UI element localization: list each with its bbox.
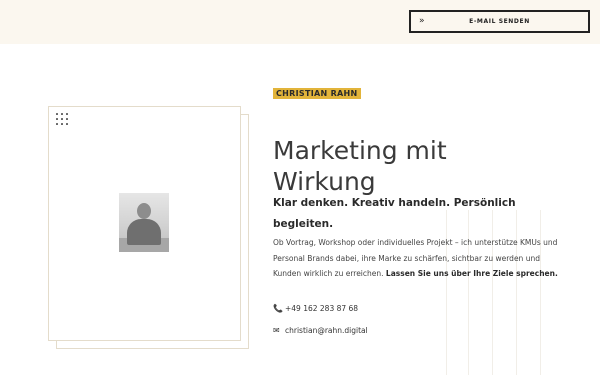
- intro-emphasis: Lassen Sie uns über Ihre Ziele sprechen.: [385, 269, 558, 278]
- dot-grid-icon: [56, 113, 70, 125]
- envelope-icon: ✉: [273, 325, 280, 335]
- email-contact[interactable]: ✉ christian@rahn.digital: [273, 324, 368, 336]
- intro-text: Ob Vortrag, Workshop oder individuelles …: [273, 235, 558, 282]
- subheadline: Klar denken. Kreativ handeln. Persönlich…: [273, 197, 516, 230]
- send-email-label: E-MAIL SENDEN: [469, 18, 530, 25]
- email-address: christian@rahn.digital: [285, 325, 368, 335]
- send-email-button[interactable]: » E-MAIL SENDEN: [409, 10, 590, 33]
- top-bar: » E-MAIL SENDEN: [0, 0, 600, 44]
- phone-number: +49 162 283 87 68: [285, 303, 359, 313]
- name-badge: CHRISTIAN RAHN: [273, 88, 361, 99]
- double-chevron-icon: »: [419, 16, 425, 26]
- page-title: Marketing mit Wirkung: [273, 135, 447, 196]
- portrait-photo: [119, 193, 169, 252]
- phone-contact[interactable]: 📞 +49 162 283 87 68: [273, 302, 358, 314]
- phone-icon: 📞: [273, 303, 283, 313]
